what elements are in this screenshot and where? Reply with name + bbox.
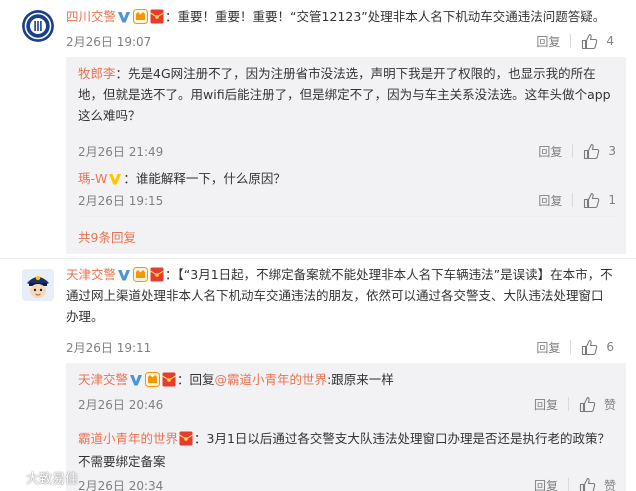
reply-button[interactable]: 回复 [534,477,558,491]
reply-time: 2月26日 20:34 [78,479,164,491]
reply-text: 谁能解释一下，什么原因？ [135,171,286,186]
reply-username[interactable]: 天津交警 [78,372,128,387]
divider [572,193,574,207]
member-medal-icon [145,372,161,387]
reply-text: 先是4G网注册不了，因为注册省市没法选，声明下我是开了权限的，也显示我的所在地，… [78,66,611,123]
verified-v-icon [118,270,131,281]
reply-button[interactable]: 回复 [538,192,562,209]
member-medal-icon [133,9,149,24]
divider [78,216,616,217]
watermark: 大致易佳 [6,468,78,487]
police-cartoon-icon [22,269,54,301]
reply-button[interactable]: 回复 [534,396,558,413]
thumbs-up-icon[interactable] [583,192,600,209]
comment-time: 2月26日 19:11 [66,341,152,355]
comment-meta: 2月26日 19:11 回复 6 [66,337,614,357]
reply-body: 瑪-W ：谁能解释一下，什么原因？ [78,168,616,189]
comment-colon: ： [165,267,178,282]
reply-colon: ： [177,372,190,387]
reply-username[interactable]: 霸道小青年的世界 [78,431,178,446]
reply-time: 2月26日 21:49 [78,145,164,159]
reply-body: 牧郎李：先是4G网注册不了，因为注册省市没法选，声明下我是开了权限的，也显示我的… [78,63,616,126]
comment-username[interactable]: 天津交警 [66,267,116,282]
comment-body: 四川交警 ：重要！重要！重要！“交管12123”处理非本人名下机动车交通违法问题答… [66,6,614,27]
reply-item: 牧郎李：先是4G网注册不了，因为注册省市没法选，声明下我是开了权限的，也显示我的… [78,63,616,159]
reply-text-prefix: 回复 [189,372,215,387]
reply-item: 霸道小青年的世界 ：3月1日以后通过各交警支大队违法处理窗口办理是否还是执行老的政… [78,427,616,491]
reply-colon: ： [194,431,207,446]
comment-time: 2月26日 19:07 [66,35,152,49]
comment-actions: 回复 4 [536,31,614,51]
reply-username[interactable]: 牧郎李 [78,66,116,81]
red-envelope-icon [150,9,164,24]
verified-v-icon [130,375,143,386]
divider [572,144,574,158]
verified-v-icon [118,12,131,23]
avatar[interactable] [22,269,54,301]
like-count: 赞 [603,397,616,412]
reply-actions: 回复 3 [538,141,616,161]
reply-list: 天津交警 ：回复@霸道小青年的世界:跟原来一样 2月26日 20:46 回复 赞 … [66,363,626,491]
reply-username[interactable]: 瑪-W [78,171,107,186]
reply-meta: 2月26日 20:34 回复 赞 [78,475,616,491]
thumbs-up-icon[interactable] [581,33,598,50]
like-count: 1 [608,193,616,207]
reply-body: 天津交警 ：回复@霸道小青年的世界:跟原来一样 [78,369,616,390]
member-medal-icon [133,267,149,282]
thumbs-up-icon[interactable] [581,339,598,356]
comment-actions: 回复 6 [536,337,614,357]
comment-username[interactable]: 四川交警 [66,9,116,24]
reply-actions: 回复 赞 [534,394,616,414]
thumbs-up-icon[interactable] [583,143,600,160]
like-count: 3 [608,144,616,158]
mention-link[interactable]: @霸道小青年的世界 [215,372,328,387]
divider [567,397,569,411]
police-emblem-icon [22,10,54,42]
reply-meta: 2月26日 20:46 回复 赞 [78,394,616,414]
verified-v-icon [109,174,122,185]
reply-body: 霸道小青年的世界 ：3月1日以后通过各交警支大队违法处理窗口办理是否还是执行老的政… [78,427,616,473]
divider [570,340,572,354]
reply-meta: 2月26日 19:15 回复 1 [78,190,616,210]
like-count: 6 [606,340,614,354]
divider [570,34,572,48]
more-replies-link[interactable]: 共9条回复 [78,227,136,246]
comment-meta: 2月26日 19:07 回复 4 [66,31,614,51]
reply-actions: 回复 1 [538,190,616,210]
red-envelope-icon [150,267,164,282]
divider [0,258,636,259]
reply-button[interactable]: 回复 [536,33,560,50]
comment-text: 重要！重要！重要！“交管12123”处理非本人名下机动车交通违法问题答疑。 [177,9,606,24]
thumbs-up-icon[interactable] [579,396,596,413]
reply-actions: 回复 赞 [534,475,616,491]
reply-button[interactable]: 回复 [538,143,562,160]
reply-colon: ： [115,66,129,81]
reply-meta: 2月26日 21:49 回复 3 [78,141,616,161]
like-count: 赞 [603,478,616,491]
divider [567,478,569,491]
red-envelope-icon [162,372,176,387]
reply-item: 瑪-W ：谁能解释一下，什么原因？ 2月26日 19:15 回复 1 [78,168,616,208]
reply-colon: ： [123,171,136,186]
like-count: 4 [606,34,614,48]
watermark-text: 大致易佳 [26,472,79,487]
reply-list: 牧郎李：先是4G网注册不了，因为注册省市没法选，声明下我是开了权限的，也显示我的… [66,57,626,254]
reply-time: 2月26日 19:15 [78,194,164,208]
comment-colon: ： [165,9,178,24]
thumbs-up-icon[interactable] [579,477,596,491]
avatar[interactable] [22,10,54,42]
reply-button[interactable]: 回复 [536,339,560,356]
red-envelope-icon [179,431,193,446]
reply-text: :跟原来一样 [327,372,394,387]
comment-body: 天津交警 ：【“3月1日起，不绑定备案就不能处理非本人名下车辆违法”是误读】在本市… [66,264,614,327]
camera-watermark-icon [6,470,22,485]
reply-item: 天津交警 ：回复@霸道小青年的世界:跟原来一样 2月26日 20:46 回复 赞 [78,369,616,412]
reply-time: 2月26日 20:46 [78,398,164,412]
